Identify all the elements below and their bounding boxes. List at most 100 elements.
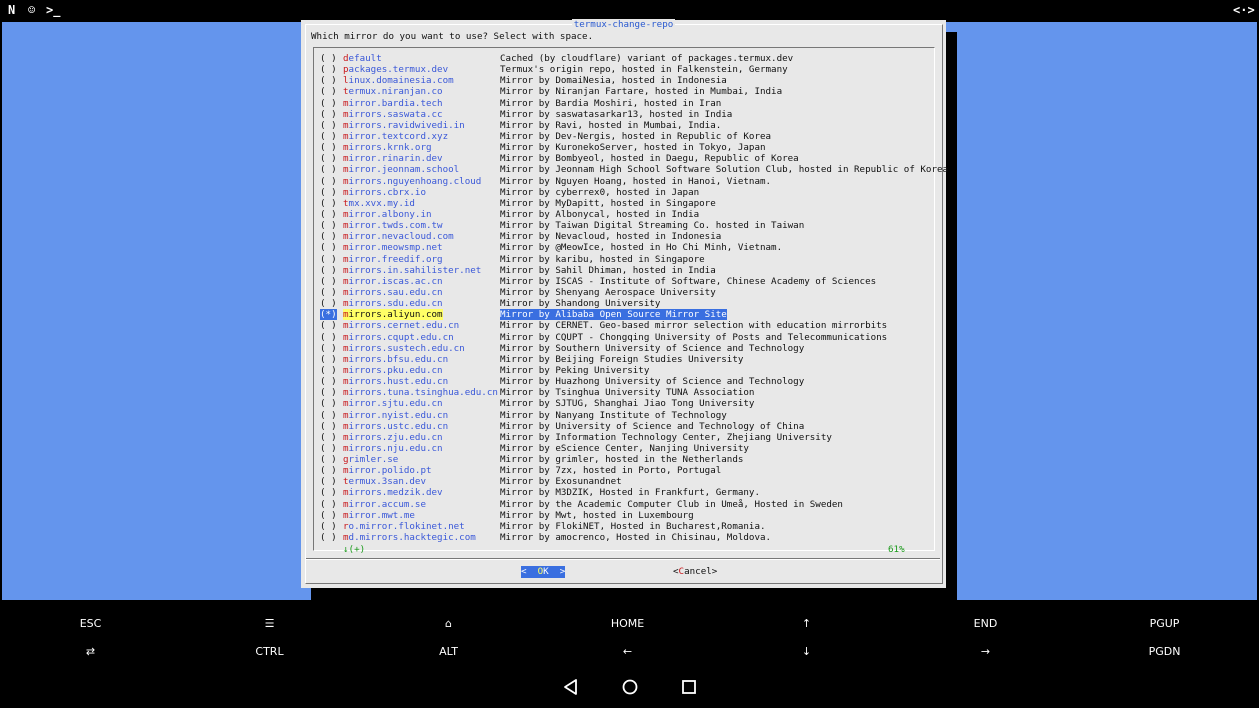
radio-checkbox[interactable]: ( ) xyxy=(320,265,337,276)
radio-checkbox[interactable]: ( ) xyxy=(320,298,337,309)
mirror-description: Mirror by Exosunandnet xyxy=(500,476,622,488)
radio-checkbox[interactable]: ( ) xyxy=(320,521,337,532)
mirror-tag: mirrors.ravidwivedi.in xyxy=(343,119,465,131)
alt-key[interactable]: ALT xyxy=(359,638,538,666)
ok-button[interactable]: < OK > xyxy=(521,566,566,578)
button-separator xyxy=(306,558,940,560)
radio-checkbox[interactable]: ( ) xyxy=(320,231,337,242)
mirror-description: Mirror by Dev-Nergis, hosted in Republic… xyxy=(500,130,772,142)
radio-checkbox[interactable]: ( ) xyxy=(320,142,337,153)
radio-checkbox[interactable]: ( ) xyxy=(320,109,337,120)
mirror-description: Mirror by Tsinghua University TUNA Assoc… xyxy=(500,387,755,399)
radio-checkbox[interactable]: ( ) xyxy=(320,287,337,298)
home-circle-icon[interactable] xyxy=(619,676,641,698)
radio-checkbox[interactable]: ( ) xyxy=(320,86,337,97)
mirror-description: Mirror by Nanyang Institute of Technolog… xyxy=(500,409,727,421)
cancel-button[interactable]: <Cancel> xyxy=(673,566,717,578)
radio-checkbox[interactable]: ( ) xyxy=(320,153,337,164)
mirror-tag: mirror.rinarin.dev xyxy=(343,153,443,165)
recents-square-icon[interactable] xyxy=(678,676,700,698)
mirror-description: Mirror by Ravi, hosted in Mumbai, India. xyxy=(500,119,722,131)
mirror-description: Mirror by Sahil Dhiman, hosted in India xyxy=(500,264,716,276)
mirror-tag: mirrors.medzik.dev xyxy=(343,487,443,499)
mirror-tag: mirrors.tuna.tsinghua.edu.cn xyxy=(343,387,498,399)
ctrl-key[interactable]: CTRL xyxy=(180,638,359,666)
radio-checkbox[interactable]: ( ) xyxy=(320,120,337,131)
extra-keys-bar: ESC ☰ ⌂ HOME ↑ END PGUP ⇄ CTRL ALT ← ↓ → PGDN xyxy=(0,610,1259,666)
radio-checkbox[interactable]: ( ) xyxy=(320,476,337,487)
radio-checkbox[interactable]: ( ) xyxy=(320,64,337,75)
mirror-description: Mirror by SJTUG, Shanghai Jiao Tong Univ… xyxy=(500,398,755,410)
right-arrow-key[interactable]: → xyxy=(896,638,1075,666)
radio-checkbox[interactable]: ( ) xyxy=(320,376,337,387)
radio-checkbox[interactable]: ( ) xyxy=(320,443,337,454)
radio-checkbox[interactable]: ( ) xyxy=(320,454,337,465)
tab-key[interactable]: ⇄ xyxy=(1,638,180,666)
mirror-description: Mirror by MyDapitt, hosted in Singapore xyxy=(500,197,716,209)
radio-checkbox[interactable]: ( ) xyxy=(320,254,337,265)
mirror-description: Mirror by Nevacloud, hosted in Indonesia xyxy=(500,231,722,243)
radio-checkbox[interactable]: ( ) xyxy=(320,432,337,443)
home-key[interactable]: HOME xyxy=(538,610,717,638)
mirror-tag: mirrors.sau.edu.cn xyxy=(343,286,443,298)
terminal-icon: >_ xyxy=(46,3,61,17)
radio-checkbox[interactable]: ( ) xyxy=(320,209,337,220)
home-symbol-key[interactable]: ⌂ xyxy=(359,610,538,638)
radio-checkbox[interactable]: ( ) xyxy=(320,354,337,365)
mirror-description: Mirror by eScience Center, Nanjing Unive… xyxy=(500,442,749,454)
mirror-tag: mirror.meowsmp.net xyxy=(343,242,443,254)
radio-checkbox[interactable]: ( ) xyxy=(320,532,337,543)
mirror-description: Mirror by Beijing Foreign Studies Univer… xyxy=(500,353,744,365)
mirror-description: Mirror by Mwt, hosted in Luxembourg xyxy=(500,509,694,521)
mirror-tag: termux.3san.dev xyxy=(343,476,426,488)
notification-icon-face: ☺ xyxy=(28,3,36,17)
mirror-tag: tmx.xvx.my.id xyxy=(343,197,415,209)
radio-checkbox[interactable]: ( ) xyxy=(320,499,337,510)
radio-checkbox[interactable]: ( ) xyxy=(320,242,337,253)
radio-checkbox[interactable]: ( ) xyxy=(320,187,337,198)
radio-checkbox[interactable]: ( ) xyxy=(320,410,337,421)
radio-checkbox[interactable]: ( ) xyxy=(320,510,337,521)
radio-checkbox[interactable]: ( ) xyxy=(320,365,337,376)
pgup-key[interactable]: PGUP xyxy=(1075,610,1254,638)
radio-checkbox[interactable]: ( ) xyxy=(320,387,337,398)
up-arrow-key[interactable]: ↑ xyxy=(717,610,896,638)
radio-checkbox[interactable]: ( ) xyxy=(320,164,337,175)
mirror-tag: mirrors.nguyenhoang.cloud xyxy=(343,175,482,187)
mirror-tag: mirror.iscas.ac.cn xyxy=(343,275,443,287)
radio-checkbox[interactable]: ( ) xyxy=(320,332,337,343)
end-key[interactable]: END xyxy=(896,610,1075,638)
radio-checkbox[interactable]: ( ) xyxy=(320,487,337,498)
mirror-description: Mirror by ISCAS - Institute of Software,… xyxy=(500,275,877,287)
down-arrow-key[interactable]: ↓ xyxy=(717,638,896,666)
mirror-tag: termux.niranjan.co xyxy=(343,86,443,98)
radio-checkbox[interactable]: ( ) xyxy=(320,343,337,354)
radio-checkbox[interactable]: ( ) xyxy=(320,465,337,476)
mirror-description: Mirror by grimler, hosted in the Netherl… xyxy=(500,454,744,466)
terminal-view[interactable]: termux-change-repo Which mirror do you w… xyxy=(0,19,1259,602)
left-arrow-key[interactable]: ← xyxy=(538,638,717,666)
radio-checkbox[interactable]: ( ) xyxy=(320,421,337,432)
mirror-description: Mirror by saswatasarkar13, hosted in Ind… xyxy=(500,108,733,120)
radio-checkbox[interactable]: ( ) xyxy=(320,176,337,187)
radio-checkbox[interactable]: ( ) xyxy=(320,276,337,287)
radio-checkbox[interactable]: ( ) xyxy=(320,53,337,64)
radio-checkbox[interactable]: ( ) xyxy=(320,220,337,231)
pgdn-key[interactable]: PGDN xyxy=(1075,638,1254,666)
radio-checkbox[interactable]: ( ) xyxy=(320,98,337,109)
mirror-description: Mirror by Albonycal, hosted in India xyxy=(500,208,700,220)
mirror-tag: linux.domainesia.com xyxy=(343,75,454,87)
radio-checkbox[interactable]: ( ) xyxy=(320,75,337,86)
menu-key[interactable]: ☰ xyxy=(180,610,359,638)
mirror-tag: mirrors.bfsu.edu.cn xyxy=(343,353,449,365)
radio-checkbox[interactable]: ( ) xyxy=(320,320,337,331)
radio-checkbox[interactable]: ( ) xyxy=(320,131,337,142)
radio-checkbox[interactable]: ( ) xyxy=(320,198,337,209)
mirror-tag: mirrors.aliyun.com xyxy=(343,309,443,321)
radio-checkbox[interactable]: (*) xyxy=(320,309,337,321)
esc-key[interactable]: ESC xyxy=(1,610,180,638)
radio-checkbox[interactable]: ( ) xyxy=(320,398,337,409)
mirror-tag: grimler.se xyxy=(343,454,399,466)
mirror-tag: default xyxy=(343,53,382,64)
back-icon[interactable] xyxy=(560,676,582,698)
